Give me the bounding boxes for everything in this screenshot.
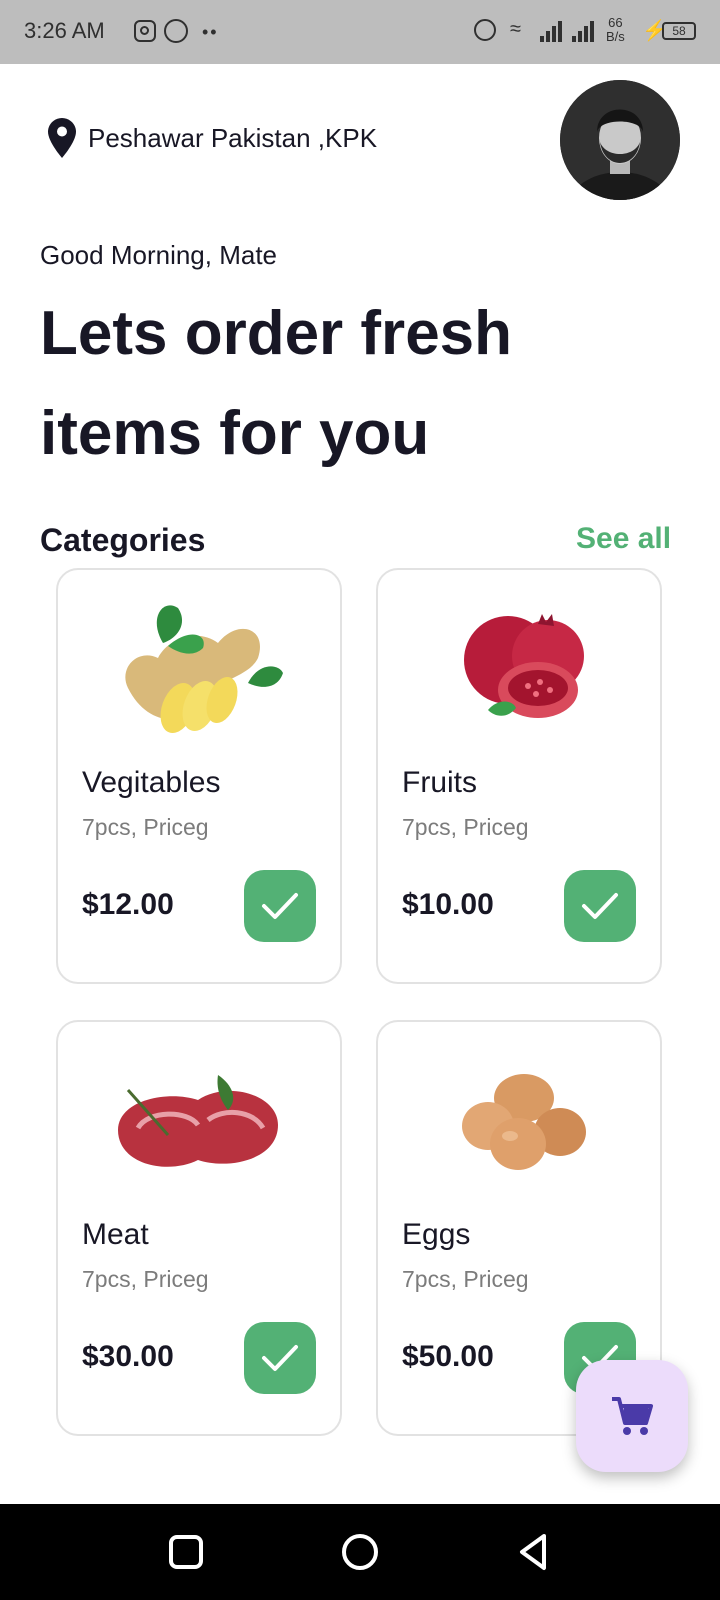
checkmark-icon — [582, 893, 618, 919]
whatsapp-icon — [164, 19, 188, 43]
select-button[interactable] — [244, 870, 316, 942]
back-icon[interactable] — [514, 1532, 554, 1572]
checkmark-icon — [262, 893, 298, 919]
status-bar: 3:26 AM •• ≈ 66 B/s ⚡ 58 — [0, 0, 720, 64]
cart-icon — [612, 1397, 653, 1435]
headline: Lets order fresh items for you — [40, 284, 680, 484]
category-name: Vegitables — [82, 766, 221, 799]
net-speed-unit: B/s — [606, 29, 625, 44]
cart-button[interactable] — [576, 1360, 688, 1472]
location-pin-icon — [48, 118, 76, 158]
headline-line-2: items for you — [40, 399, 430, 468]
select-button[interactable] — [244, 1322, 316, 1394]
avatar[interactable] — [560, 80, 680, 200]
wifi-icon: ≈ — [510, 18, 521, 40]
category-price: $12.00 — [82, 888, 174, 921]
category-price: $30.00 — [82, 1340, 174, 1373]
ginger-image — [125, 605, 283, 734]
categories-title: Categories — [40, 522, 206, 558]
signal-icon — [540, 20, 566, 42]
checkmark-icon — [262, 1345, 298, 1371]
navigation-bar — [0, 1504, 720, 1600]
category-name: Eggs — [402, 1218, 471, 1251]
category-subtitle: 7pcs, Priceg — [82, 814, 209, 840]
category-price: $50.00 — [402, 1340, 494, 1373]
location-text: Peshawar Pakistan ,KPK — [88, 122, 378, 153]
recent-apps-icon[interactable] — [166, 1532, 206, 1572]
category-name: Fruits — [402, 766, 477, 799]
headline-line-1: Lets order fresh — [40, 299, 513, 368]
category-subtitle: 7pcs, Priceg — [402, 1266, 529, 1292]
alarm-icon — [474, 19, 496, 41]
greeting: Good Morning, Mate — [40, 240, 278, 270]
net-speed-value: 66 — [608, 15, 623, 30]
category-subtitle: 7pcs, Priceg — [402, 814, 529, 840]
eggs-image — [462, 1074, 586, 1170]
select-button[interactable] — [564, 870, 636, 942]
category-price: $10.00 — [402, 888, 494, 921]
net-speed: 66 B/s — [606, 16, 625, 44]
category-card-fruits[interactable]: Fruits 7pcs, Priceg $10.00 — [376, 568, 662, 984]
category-card-meat[interactable]: Meat 7pcs, Priceg $30.00 — [56, 1020, 342, 1436]
avatar-image — [560, 80, 680, 200]
status-time: 3:26 AM — [24, 18, 105, 43]
see-all-link[interactable]: See all — [576, 522, 671, 556]
category-card-vegetables[interactable]: Vegitables 7pcs, Priceg $12.00 — [56, 568, 342, 984]
battery-icon: 58 — [662, 22, 696, 40]
location[interactable]: Peshawar Pakistan ,KPK — [48, 118, 377, 158]
home-icon[interactable] — [340, 1532, 380, 1572]
category-name: Meat — [82, 1218, 149, 1251]
meat-image — [118, 1075, 278, 1167]
pomegranate-image — [464, 614, 584, 718]
instagram-icon — [134, 20, 156, 42]
category-subtitle: 7pcs, Priceg — [82, 1266, 209, 1292]
signal-icon-2 — [572, 20, 598, 42]
more-notifications-icon: •• — [202, 22, 219, 42]
